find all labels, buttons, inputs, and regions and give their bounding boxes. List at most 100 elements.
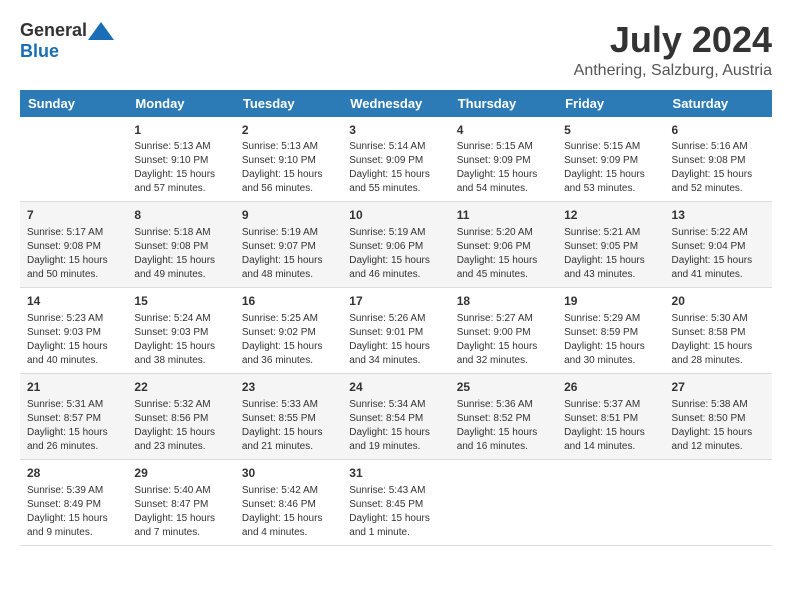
day-info-line: and 28 minutes. <box>672 354 765 368</box>
day-info-line: Sunset: 9:04 PM <box>672 240 765 254</box>
calendar-day-cell <box>557 459 664 545</box>
calendar-day-cell: 11Sunrise: 5:20 AMSunset: 9:06 PMDayligh… <box>450 202 557 288</box>
day-info-line: Daylight: 15 hours <box>672 426 765 440</box>
day-info-line: Daylight: 15 hours <box>564 168 657 182</box>
day-info-line: Daylight: 15 hours <box>27 426 120 440</box>
calendar-day-cell: 8 Sunrise: 5:18 AMSunset: 9:08 PMDaylight… <box>127 202 234 288</box>
day-info-line: Sunset: 8:52 PM <box>457 412 550 426</box>
day-number: 29 <box>134 465 227 482</box>
calendar-day-cell: 21Sunrise: 5:31 AMSunset: 8:57 PMDayligh… <box>20 373 127 459</box>
calendar-day-cell: 10Sunrise: 5:19 AMSunset: 9:06 PMDayligh… <box>342 202 449 288</box>
day-info-line: Sunset: 8:47 PM <box>134 498 227 512</box>
day-number: 18 <box>457 293 550 310</box>
day-number: 7 <box>27 207 120 224</box>
day-info-line: Sunrise: 5:38 AM <box>672 398 765 412</box>
day-info-line: Sunset: 9:05 PM <box>564 240 657 254</box>
day-info-line: Sunrise: 5:15 AM <box>564 140 657 154</box>
day-info-line: Sunset: 9:03 PM <box>27 326 120 340</box>
day-info-line: Sunrise: 5:20 AM <box>457 226 550 240</box>
day-info-line: Sunset: 9:07 PM <box>242 240 335 254</box>
day-info-line: Sunrise: 5:18 AM <box>134 226 227 240</box>
day-number: 4 <box>457 122 550 139</box>
calendar-day-cell: 14Sunrise: 5:23 AMSunset: 9:03 PMDayligh… <box>20 288 127 374</box>
day-info-line: and 30 minutes. <box>564 354 657 368</box>
calendar-week-row: 7Sunrise: 5:17 AMSunset: 9:08 PMDaylight… <box>20 202 772 288</box>
calendar-day-cell: 5Sunrise: 5:15 AMSunset: 9:09 PMDaylight… <box>557 117 664 202</box>
day-info-line: and 52 minutes. <box>672 182 765 196</box>
day-info-line: Daylight: 15 hours <box>672 254 765 268</box>
day-info-line: Daylight: 15 hours <box>27 340 120 354</box>
calendar-day-cell: 6Sunrise: 5:16 AMSunset: 9:08 PMDaylight… <box>665 117 772 202</box>
calendar-day-cell: 16Sunrise: 5:25 AMSunset: 9:02 PMDayligh… <box>235 288 342 374</box>
day-info-line: Daylight: 15 hours <box>242 426 335 440</box>
weekday-header: Monday <box>127 90 234 117</box>
day-info-line: Daylight: 15 hours <box>242 340 335 354</box>
calendar-day-cell: 29Sunrise: 5:40 AMSunset: 8:47 PMDayligh… <box>127 459 234 545</box>
day-number: 8 <box>134 207 227 224</box>
day-info-line: and 46 minutes. <box>349 268 442 282</box>
day-info-line: Sunrise: 5:39 AM <box>27 484 120 498</box>
weekday-header: Wednesday <box>342 90 449 117</box>
day-number: 6 <box>672 122 765 139</box>
calendar-day-cell: 18Sunrise: 5:27 AMSunset: 9:00 PMDayligh… <box>450 288 557 374</box>
day-info-line: Daylight: 15 hours <box>457 254 550 268</box>
calendar-location: Anthering, Salzburg, Austria <box>574 62 772 80</box>
day-number: 20 <box>672 293 765 310</box>
calendar-day-cell: 17Sunrise: 5:26 AMSunset: 9:01 PMDayligh… <box>342 288 449 374</box>
day-info-line: Sunrise: 5:17 AM <box>27 226 120 240</box>
day-info-line: Sunset: 8:57 PM <box>27 412 120 426</box>
day-info-line: Daylight: 15 hours <box>349 254 442 268</box>
calendar-day-cell: 13Sunrise: 5:22 AMSunset: 9:04 PMDayligh… <box>665 202 772 288</box>
day-number: 1 <box>134 122 227 139</box>
calendar-day-cell <box>20 117 127 202</box>
day-info-line: and 4 minutes. <box>242 526 335 540</box>
day-info-line: Sunset: 9:02 PM <box>242 326 335 340</box>
weekday-header: Friday <box>557 90 664 117</box>
calendar-day-cell: 12Sunrise: 5:21 AMSunset: 9:05 PMDayligh… <box>557 202 664 288</box>
day-info-line: Daylight: 15 hours <box>27 254 120 268</box>
day-info-line: Sunrise: 5:29 AM <box>564 312 657 326</box>
day-info-line: and 16 minutes. <box>457 440 550 454</box>
day-number: 14 <box>27 293 120 310</box>
day-info-line: and 32 minutes. <box>457 354 550 368</box>
day-info-line: and 1 minute. <box>349 526 442 540</box>
day-info-line: and 53 minutes. <box>564 182 657 196</box>
day-number: 26 <box>564 379 657 396</box>
day-number: 2 <box>242 122 335 139</box>
day-info-line: Sunrise: 5:16 AM <box>672 140 765 154</box>
day-info-line: Sunset: 8:56 PM <box>134 412 227 426</box>
calendar-day-cell: 15Sunrise: 5:24 AMSunset: 9:03 PMDayligh… <box>127 288 234 374</box>
calendar-day-cell: 24Sunrise: 5:34 AMSunset: 8:54 PMDayligh… <box>342 373 449 459</box>
day-info-line: Sunrise: 5:36 AM <box>457 398 550 412</box>
day-number: 24 <box>349 379 442 396</box>
day-info-line: Daylight: 15 hours <box>457 168 550 182</box>
day-info-line: Daylight: 15 hours <box>134 254 227 268</box>
day-info-line: Sunset: 9:08 PM <box>134 240 227 254</box>
day-info-line: and 45 minutes. <box>457 268 550 282</box>
day-info-line: Sunset: 9:06 PM <box>457 240 550 254</box>
day-info-line: Daylight: 15 hours <box>564 254 657 268</box>
day-info-line: Daylight: 15 hours <box>457 426 550 440</box>
day-info-line: Sunrise: 5:15 AM <box>457 140 550 154</box>
calendar-month-title: July 2024 <box>574 20 772 60</box>
day-number: 25 <box>457 379 550 396</box>
day-number: 16 <box>242 293 335 310</box>
day-info-line: Daylight: 15 hours <box>134 426 227 440</box>
logo-triangle-icon <box>87 20 115 42</box>
day-number: 30 <box>242 465 335 482</box>
day-info-line: Sunset: 9:10 PM <box>134 154 227 168</box>
day-info-line: and 21 minutes. <box>242 440 335 454</box>
calendar-week-row: 28Sunrise: 5:39 AMSunset: 8:49 PMDayligh… <box>20 459 772 545</box>
calendar-day-cell: 4Sunrise: 5:15 AMSunset: 9:09 PMDaylight… <box>450 117 557 202</box>
day-info-line: and 56 minutes. <box>242 182 335 196</box>
day-info-line: Sunrise: 5:37 AM <box>564 398 657 412</box>
day-info-line: Sunrise: 5:33 AM <box>242 398 335 412</box>
day-info-line: and 41 minutes. <box>672 268 765 282</box>
calendar-week-row: 14Sunrise: 5:23 AMSunset: 9:03 PMDayligh… <box>20 288 772 374</box>
day-number: 13 <box>672 207 765 224</box>
calendar-day-cell: 20Sunrise: 5:30 AMSunset: 8:58 PMDayligh… <box>665 288 772 374</box>
day-info-line: Sunset: 8:49 PM <box>27 498 120 512</box>
weekday-header: Thursday <box>450 90 557 117</box>
day-number: 19 <box>564 293 657 310</box>
day-info-line: Daylight: 15 hours <box>564 426 657 440</box>
